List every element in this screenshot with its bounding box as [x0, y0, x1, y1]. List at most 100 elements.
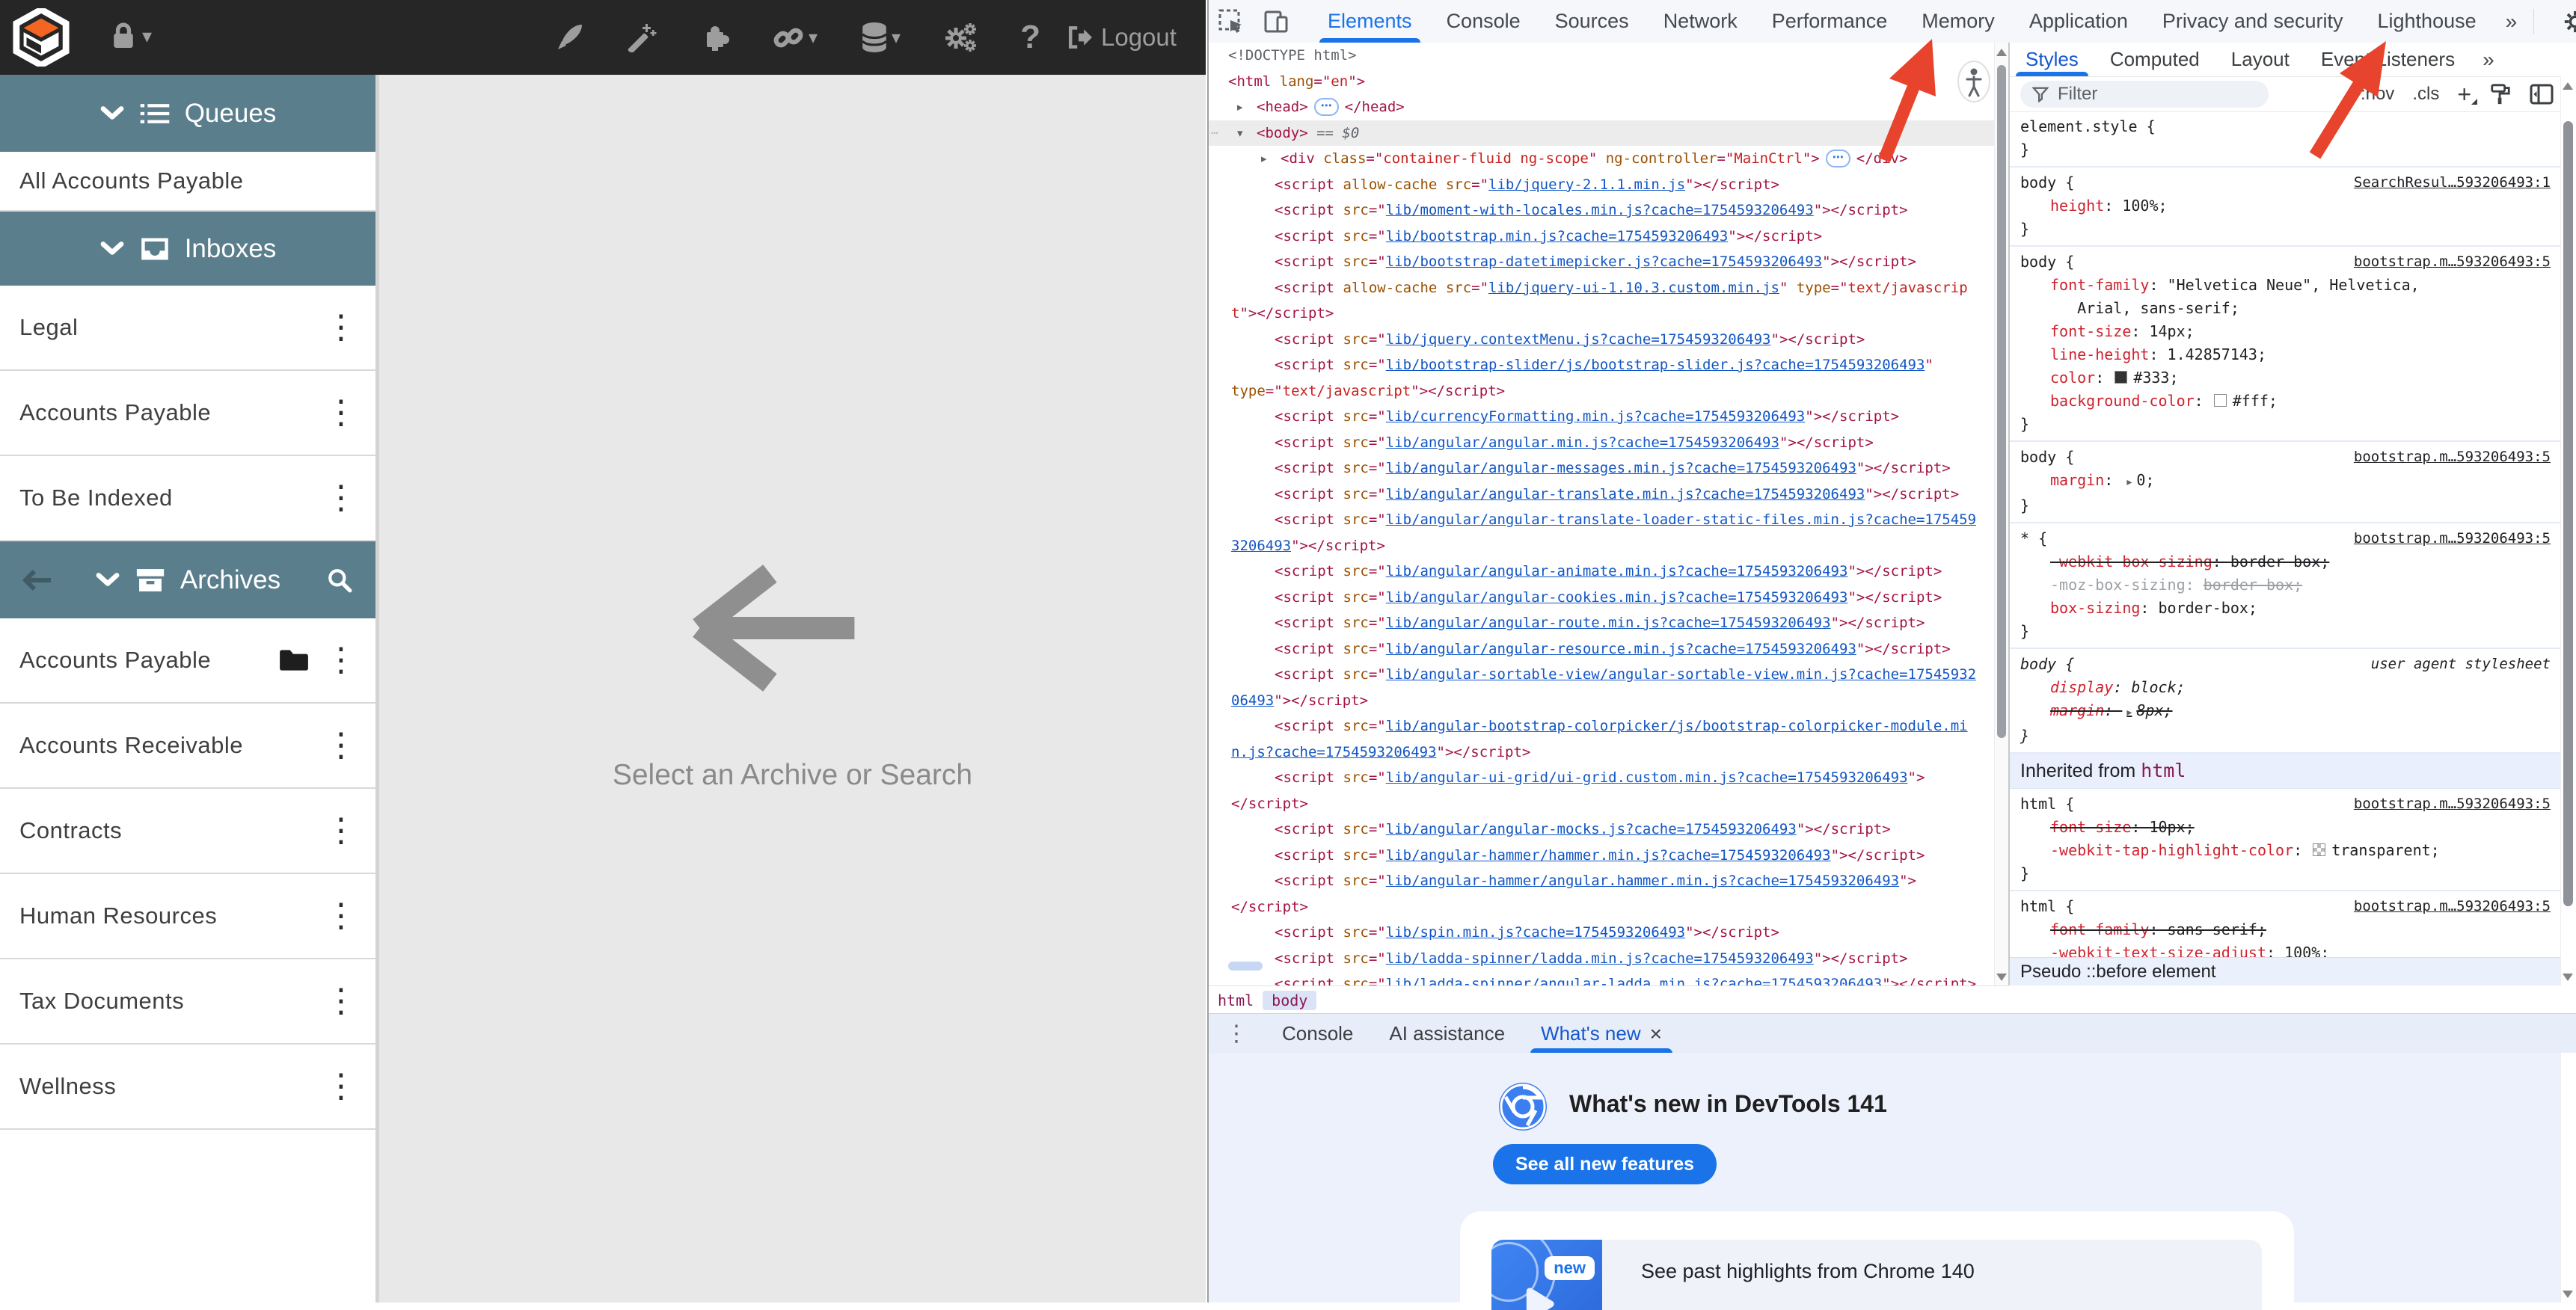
kebab-menu-icon[interactable]: ⋮ — [325, 396, 358, 429]
scroll-up-icon[interactable] — [2563, 82, 2573, 90]
close-tab-icon[interactable]: × — [1650, 1022, 1662, 1046]
devtools-tab-application[interactable]: Application — [2012, 0, 2145, 43]
devtools-tab-elements[interactable]: Elements — [1310, 0, 1429, 43]
node-options-icon[interactable]: ⋯ — [1211, 120, 1217, 147]
dom-node-line[interactable]: <script src="lib/angular-hammer/hammer.m… — [1209, 843, 2008, 869]
drawer-scrollbar[interactable] — [2560, 1053, 2576, 1303]
sidebar-item-human-resources[interactable]: Human Resources⋮ — [0, 874, 375, 959]
dom-node-line[interactable]: t"></script> — [1209, 301, 2008, 327]
devtools-tab-performance[interactable]: Performance — [1755, 0, 1905, 43]
color-swatch[interactable] — [2313, 843, 2325, 856]
back-arrow-icon[interactable] — [21, 568, 54, 592]
expand-inline-icon[interactable]: ⋯ — [1314, 98, 1339, 116]
highlights-row[interactable]: new See past highlights from Chrome 140 — [1491, 1240, 2262, 1310]
search-icon[interactable] — [326, 567, 353, 594]
link-icon[interactable]: ▾ — [773, 22, 818, 52]
devtools-tab-memory[interactable]: Memory — [1904, 0, 2012, 43]
sidebar-item-accounts-payable[interactable]: Accounts Payable⋮ — [0, 371, 375, 456]
dom-node-line[interactable]: 06493"></script> — [1209, 688, 2008, 714]
highlights-link[interactable]: See past highlights from Chrome 140 — [1641, 1240, 1975, 1303]
kebab-menu-icon[interactable]: ⋮ — [325, 814, 358, 847]
dom-node-line[interactable]: <script src="lib/angular-sortable-view/a… — [1209, 662, 2008, 688]
dom-node-line[interactable]: type="text/javascript"></script> — [1209, 378, 2008, 405]
sidebar-section-header-queues[interactable]: Queues — [0, 75, 375, 152]
new-style-rule-button[interactable]: + — [2457, 82, 2471, 106]
kebab-menu-icon[interactable]: ⋮ — [325, 1070, 358, 1103]
pseudo-element-row[interactable]: Pseudo ::before element — [2010, 957, 2561, 985]
more-tabs-icon[interactable]: » — [2471, 48, 2505, 72]
drawer-tab-ai-assistance[interactable]: AI assistance — [1371, 1014, 1523, 1054]
dom-node-line[interactable]: n.js?cache=1754593206493"></script> — [1209, 739, 2008, 766]
styles-scrollbar[interactable] — [2560, 76, 2576, 985]
drawer-tab-what-s-new[interactable]: What's new× — [1523, 1014, 1680, 1054]
dom-node-line[interactable]: <script src="lib/angular-hammer/angular.… — [1209, 868, 2008, 894]
stylesheet-link[interactable]: bootstrap.m…593206493:5 — [2354, 793, 2551, 816]
css-rule-body[interactable]: bootstrap.m…593206493:5body {font-family… — [2010, 247, 2561, 442]
kebab-menu-icon[interactable]: ⋮ — [325, 729, 358, 762]
kebab-menu-icon[interactable]: ⋮ — [325, 311, 358, 344]
rendering-emulation-icon[interactable] — [2489, 83, 2512, 105]
dom-node-line[interactable]: ▸<head>⋯</head> — [1209, 94, 2008, 120]
dom-node-line[interactable]: <script src="lib/angular/angular.min.js?… — [1209, 430, 2008, 456]
lock-menu[interactable]: ▾ — [111, 21, 152, 51]
expand-arrow-icon[interactable]: ▸ — [1261, 146, 1267, 172]
dom-node-line[interactable]: <script src="lib/jquery.contextMenu.js?c… — [1209, 327, 2008, 353]
inspect-element-icon[interactable] — [1209, 8, 1254, 35]
dom-node-line[interactable]: <script allow-cache src="lib/jquery-2.1.… — [1209, 172, 2008, 198]
device-toolbar-icon[interactable] — [1254, 8, 1298, 35]
elements-tree[interactable]: <!DOCTYPE html><html lang="en">▸<head>⋯<… — [1209, 43, 2008, 985]
dom-node-line[interactable]: <script src="lib/angular-bootstrap-color… — [1209, 713, 2008, 739]
dom-node-line[interactable]: ⋯▾<body> == $0 — [1209, 120, 2008, 147]
dom-node-line[interactable]: <script src="lib/spin.min.js?cache=17545… — [1209, 920, 2008, 946]
breadcrumb[interactable]: htmlbody — [1209, 985, 2008, 1014]
stylesheet-link[interactable]: bootstrap.m…593206493:5 — [2354, 895, 2551, 918]
dom-node-line[interactable]: <script src="lib/angular/angular-cookies… — [1209, 585, 2008, 611]
sidebar-item-accounts-receivable[interactable]: Accounts Receivable⋮ — [0, 704, 375, 789]
dom-node-line[interactable]: <script src="lib/angular/angular-resourc… — [1209, 636, 2008, 662]
scrollbar-thumb[interactable] — [1997, 65, 2006, 738]
app-logo-icon[interactable] — [12, 8, 70, 67]
scroll-down-icon[interactable] — [2563, 974, 2573, 981]
sidebar-section-header-archives[interactable]: Archives — [0, 541, 375, 618]
scroll-down-icon[interactable] — [2563, 1291, 2573, 1298]
color-swatch[interactable] — [2115, 371, 2127, 384]
settings-gear-icon[interactable] — [2563, 9, 2576, 34]
more-tabs-icon[interactable]: » — [2494, 10, 2528, 34]
gears-icon[interactable] — [943, 22, 978, 53]
sidebar-section-header-inboxes[interactable]: Inboxes — [0, 212, 375, 286]
dom-node-line[interactable]: </script> — [1209, 791, 2008, 817]
magic-wand-icon[interactable] — [628, 22, 657, 52]
dom-node-line[interactable]: 3206493"></script> — [1209, 533, 2008, 559]
sidebar-item-to-be-indexed[interactable]: To Be Indexed⋮ — [0, 456, 375, 541]
css-rule-body[interactable]: bootstrap.m…593206493:5body {margin: ▸0;… — [2010, 442, 2561, 523]
expand-shorthand-icon[interactable]: ▸ — [2126, 476, 2132, 488]
devtools-tab-sources[interactable]: Sources — [1538, 0, 1646, 43]
stylesheet-link[interactable]: bootstrap.m…593206493:5 — [2354, 446, 2551, 469]
expand-inline-icon[interactable]: ⋯ — [1826, 150, 1850, 167]
sidebar-item-legal[interactable]: Legal⋮ — [0, 286, 375, 371]
css-rule-html[interactable]: bootstrap.m…593206493:5html {font-size: … — [2010, 789, 2561, 891]
css-rule--[interactable]: bootstrap.m…593206493:5* {-webkit-box-si… — [2010, 523, 2561, 649]
dom-node-line[interactable]: <script src="lib/currencyFormatting.min.… — [1209, 404, 2008, 430]
dom-node-line[interactable]: </script> — [1209, 894, 2008, 920]
folder-icon[interactable] — [278, 648, 310, 673]
css-rule-element-style[interactable]: element.style {} — [2010, 111, 2561, 167]
dom-node-line[interactable]: <script src="lib/angular/angular-mocks.j… — [1209, 817, 2008, 843]
devtools-tab-console[interactable]: Console — [1429, 0, 1538, 43]
sidebar-item-accounts-payable[interactable]: Accounts Payable⋮ — [0, 618, 375, 704]
css-rule-html[interactable]: bootstrap.m…593206493:5html {font-family… — [2010, 891, 2561, 958]
scroll-up-icon[interactable] — [1996, 49, 2007, 56]
drawer-menu-kebab-icon[interactable]: ⋮ — [1209, 1021, 1264, 1047]
css-rule-body[interactable]: SearchResul…593206493:1body {height: 100… — [2010, 167, 2561, 247]
dock-sidebar-icon[interactable] — [2530, 84, 2554, 105]
styles-rules-list[interactable]: element.style {}SearchResul…593206493:1b… — [2010, 111, 2561, 958]
stylesheet-link[interactable]: SearchResul…593206493:1 — [2354, 171, 2551, 194]
devtools-tab-lighthouse[interactable]: Lighthouse — [2361, 0, 2494, 43]
breadcrumb-body[interactable]: body — [1263, 991, 1316, 1010]
dom-node-line[interactable]: <script src="lib/angular/angular-route.m… — [1209, 610, 2008, 636]
kebab-menu-icon[interactable]: ⋮ — [325, 482, 358, 514]
stylesheet-link[interactable]: bootstrap.m…593206493:5 — [2354, 527, 2551, 550]
dom-node-line[interactable]: <!DOCTYPE html> — [1209, 43, 2008, 69]
drawer-tab-console[interactable]: Console — [1264, 1014, 1371, 1054]
dom-node-line[interactable]: <script src="lib/angular/angular-animate… — [1209, 559, 2008, 585]
